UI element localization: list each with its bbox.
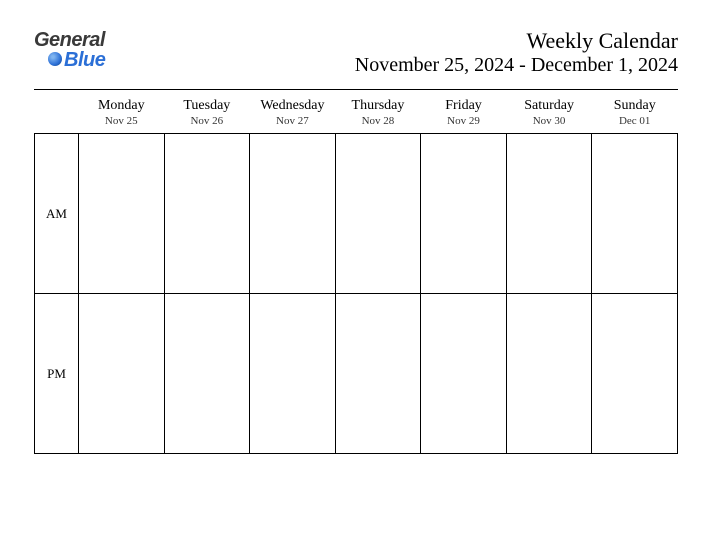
slot-am-sun[interactable]	[592, 134, 678, 294]
day-name: Wednesday	[250, 96, 336, 115]
period-label-pm: PM	[35, 294, 79, 454]
day-date: Nov 30	[506, 115, 592, 134]
slot-am-tue[interactable]	[164, 134, 250, 294]
day-name: Sunday	[592, 96, 678, 115]
header-rule	[34, 89, 678, 90]
day-date: Nov 28	[335, 115, 421, 134]
day-date: Nov 25	[79, 115, 165, 134]
brand-logo: General Blue	[34, 28, 105, 70]
slot-am-wed[interactable]	[250, 134, 336, 294]
logo-text-top: General	[34, 30, 105, 50]
slot-am-thu[interactable]	[335, 134, 421, 294]
slot-pm-thu[interactable]	[335, 294, 421, 454]
slot-pm-tue[interactable]	[164, 294, 250, 454]
slot-pm-wed[interactable]	[250, 294, 336, 454]
period-label-am: AM	[35, 134, 79, 294]
am-row: AM	[35, 134, 678, 294]
calendar-table: Monday Tuesday Wednesday Thursday Friday…	[34, 96, 678, 454]
page-title: Weekly Calendar	[355, 28, 678, 54]
pm-row: PM	[35, 294, 678, 454]
slot-pm-sun[interactable]	[592, 294, 678, 454]
day-name: Monday	[79, 96, 165, 115]
slot-pm-sat[interactable]	[506, 294, 592, 454]
slot-am-fri[interactable]	[421, 134, 507, 294]
slot-pm-mon[interactable]	[79, 294, 165, 454]
day-name: Tuesday	[164, 96, 250, 115]
day-name-row: Monday Tuesday Wednesday Thursday Friday…	[35, 96, 678, 115]
day-name: Thursday	[335, 96, 421, 115]
slot-am-mon[interactable]	[79, 134, 165, 294]
header: General Blue Weekly Calendar November 25…	[34, 28, 678, 77]
day-name: Friday	[421, 96, 507, 115]
day-date-row: Nov 25 Nov 26 Nov 27 Nov 28 Nov 29 Nov 3…	[35, 115, 678, 134]
day-date: Nov 27	[250, 115, 336, 134]
day-date: Dec 01	[592, 115, 678, 134]
day-date: Nov 29	[421, 115, 507, 134]
slot-am-sat[interactable]	[506, 134, 592, 294]
logo-text-bottom: Blue	[34, 50, 105, 70]
day-date: Nov 26	[164, 115, 250, 134]
title-block: Weekly Calendar November 25, 2024 - Dece…	[355, 28, 678, 77]
date-range: November 25, 2024 - December 1, 2024	[355, 54, 678, 77]
day-name: Saturday	[506, 96, 592, 115]
slot-pm-fri[interactable]	[421, 294, 507, 454]
